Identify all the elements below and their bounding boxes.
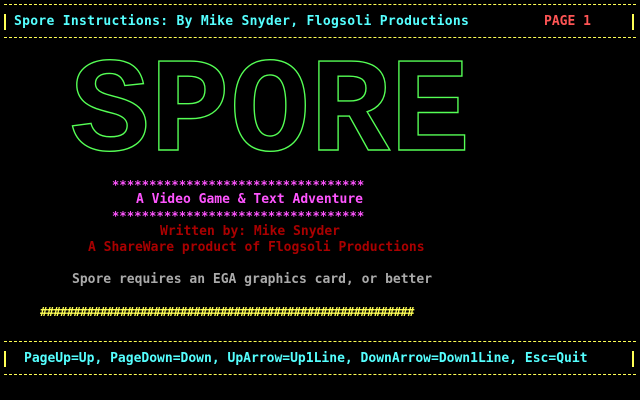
shareware-notice: A ShareWare product of Flogsoli Producti…: [88, 240, 425, 255]
stars-divider-top: **********************************: [112, 178, 365, 192]
footer-top-border: [4, 341, 636, 342]
stars-divider-bottom: **********************************: [112, 209, 365, 223]
game-subtitle: A Video Game & Text Adventure: [136, 192, 363, 207]
key-help: PageUp=Up, PageDown=Down, UpArrow=Up1Lin…: [24, 351, 588, 366]
graphics-requirement: Spore requires an EGA graphics card, or …: [72, 272, 433, 287]
footer-right-edge: [632, 351, 634, 367]
loading-bar: ########################################…: [40, 305, 414, 319]
footer-left-edge: [4, 351, 6, 367]
author-credit: Written by: Mike Snyder: [160, 224, 341, 239]
logo-text: SPORE: [70, 38, 470, 191]
bottom-border: [4, 374, 636, 375]
